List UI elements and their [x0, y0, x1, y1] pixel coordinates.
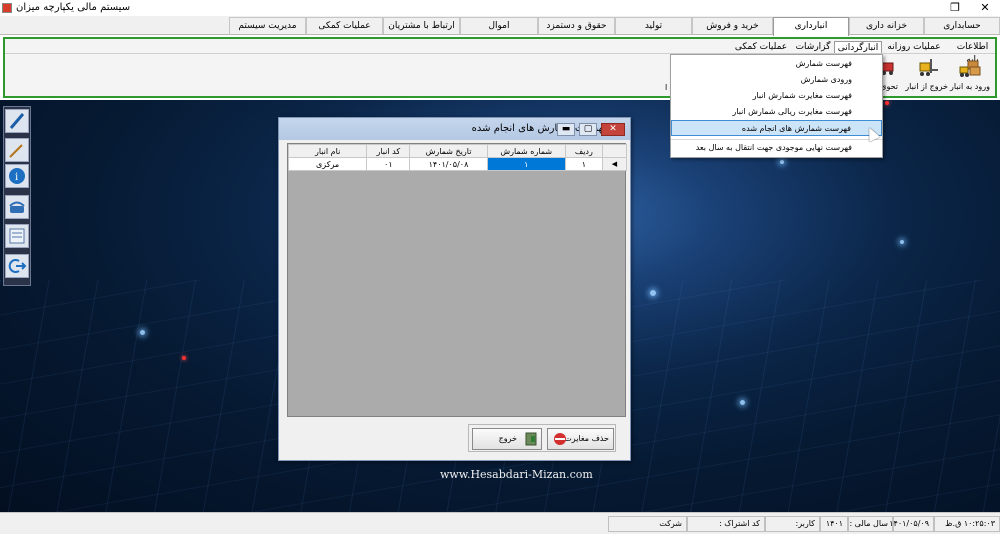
- module-tab-accounting[interactable]: حسابداری: [924, 17, 1000, 34]
- ribbon-truncated-label: ا: [665, 83, 668, 92]
- module-tab-system-admin[interactable]: مدیریت سیستم: [229, 17, 306, 34]
- status-fiscal-year: ۱۴۰۱: [820, 516, 848, 532]
- delete-discrepancy-label: حذف مغایرت: [564, 434, 609, 443]
- notes-button[interactable]: [5, 224, 29, 248]
- exit-button[interactable]: خروج: [472, 428, 542, 450]
- status-bar: ۱۰:۲۵:۰۳ ق.ظ ۱۴۰۱/۰۵/۰۹ سال مالی : ۱۴۰۱ …: [0, 512, 1000, 534]
- menu-item-count-list[interactable]: فهرست شمارش: [671, 56, 882, 72]
- glow-dot: [780, 160, 784, 164]
- menu-item-final-inventory-transfer[interactable]: فهرست نهایی موجودی جهت انتقال به سال بعد: [671, 139, 882, 155]
- completed-counts-dialog: فهرست شمارش های انجام شده ▬ ▢ ✕ ردیف شما…: [278, 117, 631, 461]
- cell-row-no[interactable]: ۱: [564, 157, 603, 171]
- menu-item-rial-discrepancy[interactable]: فهرست مغایرت ریالی شمارش انبار: [671, 104, 882, 120]
- app-icon: [2, 3, 12, 13]
- glow-dot: [140, 330, 145, 335]
- cell-count-date[interactable]: ۱۴۰۱/۰۵/۰۸: [409, 157, 488, 171]
- stock-in-button[interactable]: ورود به انبار: [950, 57, 990, 95]
- glow-dot: [740, 400, 745, 405]
- module-tab-crm[interactable]: ارتباط با مشتریان: [383, 17, 460, 34]
- module-tab-inventory[interactable]: انبارداری: [773, 17, 849, 36]
- exit-door-icon: [525, 432, 537, 446]
- dialog-maximize-button[interactable]: ▢: [579, 123, 597, 136]
- app-title: سیستم مالی یکپارچه میزان: [16, 2, 131, 13]
- logout-button[interactable]: [5, 254, 29, 278]
- cell-warehouse-code[interactable]: ۰۱: [366, 157, 411, 171]
- stock-out-label: خروج از انبار: [905, 82, 948, 91]
- column-header-count-no[interactable]: شماره شمارش: [486, 144, 566, 158]
- column-header-count-date[interactable]: تاریخ شمارش: [409, 144, 488, 158]
- column-header-warehouse-name[interactable]: نام انبار: [287, 144, 368, 158]
- edit-tool-button[interactable]: [5, 138, 29, 162]
- glow-dot: [650, 290, 656, 296]
- stock-in-label: ورود به انبار: [950, 82, 990, 91]
- exit-label: خروج: [498, 434, 517, 443]
- module-tab-auxiliary[interactable]: عملیات کمکی: [306, 17, 383, 34]
- table-header-row: ردیف شماره شمارش تاریخ شمارش کد انبار نا…: [287, 144, 628, 158]
- dialog-close-button[interactable]: ✕: [601, 123, 625, 136]
- dialog-minimize-button[interactable]: ▬: [557, 123, 575, 136]
- info-button[interactable]: i: [5, 164, 29, 188]
- module-tab-production[interactable]: تولید: [615, 17, 692, 34]
- menu-item-warehouse-discrepancy[interactable]: فهرست مغایرت شمارش انبار: [671, 88, 882, 104]
- counts-grid: ردیف شماره شمارش تاریخ شمارش کد انبار نا…: [287, 143, 628, 417]
- website-url: www.Hesabdari-Mizan.com: [440, 468, 593, 481]
- table-row[interactable]: ◀ ۱ ۱ ۱۴۰۱/۰۵/۰۸ ۰۱ مرکزی: [287, 157, 628, 171]
- svg-text:i: i: [15, 172, 18, 183]
- delete-discrepancy-button[interactable]: حذف مغایرت: [547, 428, 614, 450]
- counts-table: ردیف شماره شمارش تاریخ شمارش کد انبار نا…: [287, 144, 628, 171]
- row-selector-arrow[interactable]: ◀: [601, 157, 628, 171]
- cell-warehouse-name[interactable]: مرکزی: [287, 157, 368, 171]
- module-tab-treasury[interactable]: خزانه داری: [849, 17, 924, 34]
- pen-icon: [9, 113, 25, 129]
- close-window-button[interactable]: ✕: [970, 0, 1000, 16]
- quick-launch-sidebar: i: [3, 106, 31, 286]
- row-header-corner: [601, 144, 628, 158]
- menu-item-completed-counts[interactable]: فهرست شمارش های انجام شده: [671, 120, 882, 136]
- status-company-label: شرکت: [608, 516, 687, 532]
- status-time: ۱۰:۲۵:۰۳ ق.ظ: [934, 516, 1000, 532]
- info-icon: i: [9, 168, 25, 184]
- status-fiscal-year-label: سال مالی :: [848, 516, 893, 532]
- exit-arrow-icon: [8, 259, 27, 273]
- pencil-icon: [9, 144, 23, 158]
- module-tab-purchase-sales[interactable]: خرید و فروش: [692, 17, 773, 34]
- notebook-icon: [9, 228, 25, 244]
- dialog-button-panel: حذف مغایرت خروج: [468, 424, 616, 452]
- status-date: ۱۴۰۱/۰۵/۰۹: [889, 516, 934, 532]
- red-light: [182, 356, 186, 360]
- status-subscription-label: کد اشتراک :: [687, 516, 765, 532]
- phone-button[interactable]: [5, 195, 29, 219]
- forklift-boxes-icon: [959, 60, 981, 77]
- module-tabbar: حسابداری خزانه داری انبارداری خرید و فرو…: [0, 16, 1000, 36]
- telephone-icon: [9, 201, 25, 213]
- status-user-label: کاربر:: [765, 516, 820, 532]
- module-tab-payroll[interactable]: حقوق و دستمزد: [538, 17, 615, 34]
- menu-item-count-entry[interactable]: ورودی شمارش: [671, 72, 882, 88]
- dialog-titlebar[interactable]: فهرست شمارش های انجام شده ▬ ▢ ✕: [279, 118, 630, 140]
- pen-tool-button[interactable]: [5, 109, 29, 133]
- stocktaking-dropdown-menu: فهرست شمارش ورودی شمارش فهرست مغایرت شما…: [670, 54, 883, 158]
- column-header-warehouse-code[interactable]: کد انبار: [366, 144, 411, 158]
- red-light: [885, 101, 889, 105]
- glow-dot: [900, 240, 904, 244]
- stock-out-button[interactable]: خروج از انبار: [905, 57, 948, 95]
- maximize-restore-button[interactable]: ❐: [940, 0, 970, 16]
- column-header-row-no[interactable]: ردیف: [564, 144, 603, 158]
- forklift-icon: [919, 59, 938, 76]
- cell-count-no[interactable]: ۱: [486, 157, 566, 171]
- title-bar: سیستم مالی یکپارچه میزان ❐ ✕: [0, 0, 1000, 16]
- module-tab-assets[interactable]: اموال: [460, 17, 538, 34]
- no-entry-icon: [554, 433, 566, 445]
